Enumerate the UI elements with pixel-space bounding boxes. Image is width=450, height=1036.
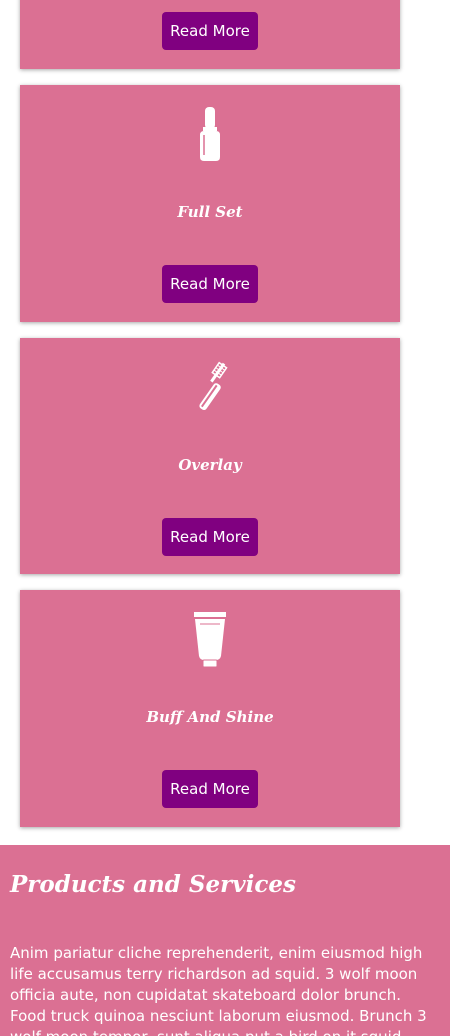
service-title: Overlay bbox=[178, 456, 242, 474]
read-more-button[interactable]: Read More bbox=[162, 265, 258, 303]
service-card-overlay: Overlay Read More bbox=[20, 338, 400, 574]
section-heading: Products and Services bbox=[10, 871, 296, 898]
lotion-tube-icon bbox=[20, 610, 400, 670]
nail-polish-icon bbox=[20, 105, 400, 165]
service-card-full-set: Full Set Read More bbox=[20, 85, 400, 322]
read-more-button[interactable]: Read More bbox=[162, 12, 258, 50]
service-card-buff-and-shine: Buff And Shine Read More bbox=[20, 590, 400, 827]
service-card-partial: Read More bbox=[20, 0, 400, 69]
service-title: Full Set bbox=[177, 203, 243, 221]
mascara-icon bbox=[20, 358, 400, 418]
section-body: Anim pariatur cliche reprehenderit, enim… bbox=[10, 944, 427, 1036]
read-more-button[interactable]: Read More bbox=[162, 518, 258, 556]
read-more-button[interactable]: Read More bbox=[162, 770, 258, 808]
service-title: Buff And Shine bbox=[146, 708, 274, 726]
products-services-section: Products and Services Anim pariatur clic… bbox=[0, 845, 450, 1036]
